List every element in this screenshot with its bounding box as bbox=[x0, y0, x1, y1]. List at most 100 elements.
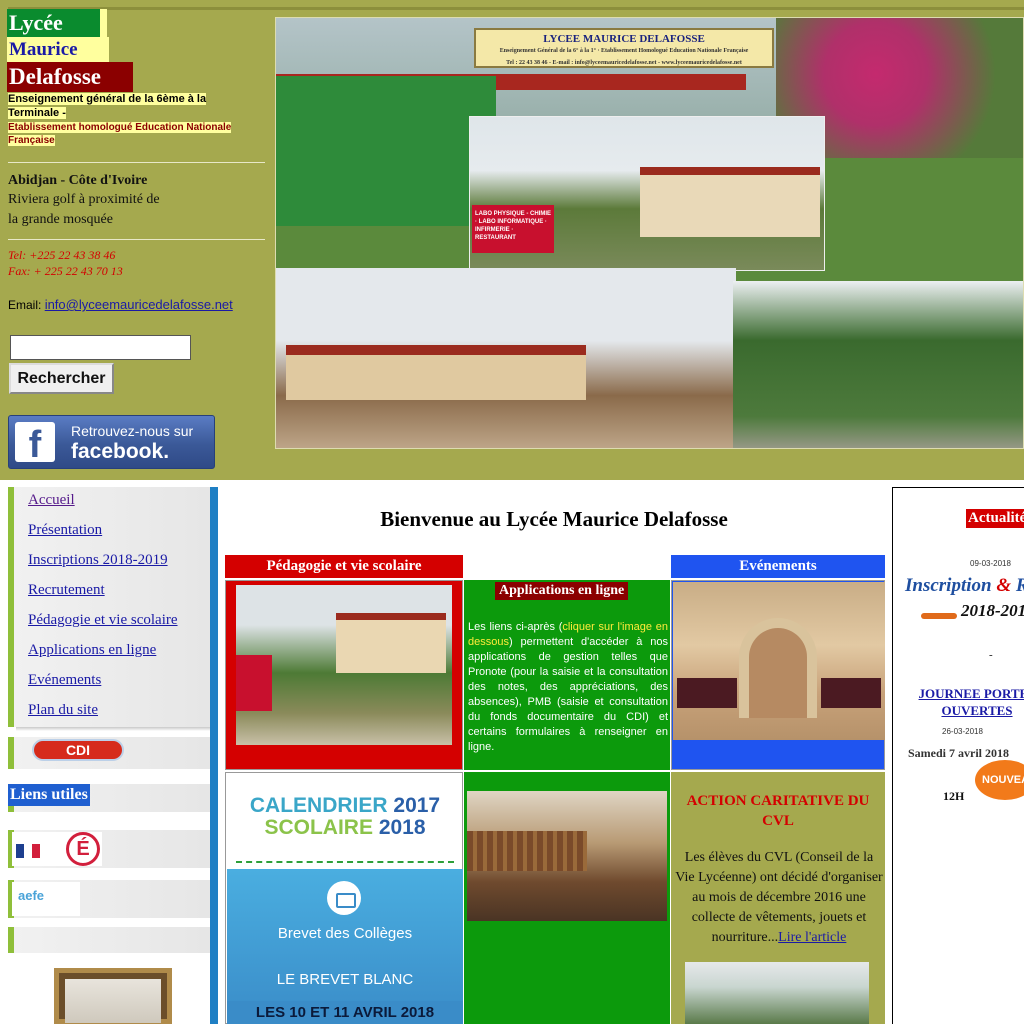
nav-item-evenements[interactable]: Evénements bbox=[8, 667, 210, 701]
photo-sign bbox=[236, 655, 272, 711]
applications-description: Les liens ci-après (cliquer sur l'image … bbox=[468, 620, 668, 755]
news-date: 26-03-2018 bbox=[942, 727, 983, 736]
school-sign: LYCEE MAURICE DELAFOSSE Enseignement Gén… bbox=[474, 28, 774, 68]
portrait-frame bbox=[54, 968, 172, 1024]
nav-item-accueil[interactable]: Accueil bbox=[8, 487, 210, 521]
nav-link[interactable]: Accueil bbox=[28, 492, 75, 509]
inscription-ampersand: & bbox=[996, 575, 1012, 596]
swoosh-decoration bbox=[921, 613, 957, 619]
calendar-title-line-1: CALENDRIER 2017 bbox=[226, 795, 464, 817]
briefcase-icon bbox=[327, 881, 361, 915]
applications-title[interactable]: Applications en ligne bbox=[495, 582, 629, 600]
pedagogie-header[interactable]: Pédagogie et vie scolaire bbox=[225, 555, 463, 578]
empty-link-box bbox=[8, 927, 210, 953]
calendar-year: 2017 bbox=[393, 794, 441, 817]
brevet-blanc-title: LE BREVET BLANC bbox=[276, 971, 414, 988]
nav-link[interactable]: Inscriptions 2018-2019 bbox=[28, 552, 168, 569]
reinscription-word: Réi bbox=[1016, 575, 1024, 596]
school-sign-small: Tel : 22 43 38 46 - E-mail : info@lyceem… bbox=[506, 60, 742, 66]
photo-garden bbox=[733, 281, 1023, 448]
nav-link[interactable]: Pédagogie et vie scolaire bbox=[28, 612, 178, 629]
nav-item-inscriptions[interactable]: Inscriptions 2018-2019 bbox=[8, 547, 210, 581]
ministere-logo[interactable]: É bbox=[12, 832, 102, 866]
evenements-photo[interactable] bbox=[673, 582, 885, 740]
nav-link[interactable]: Applications en ligne bbox=[28, 642, 156, 659]
ministere-e-logo: É bbox=[66, 832, 100, 866]
header-photo-collage: LYCEE MAURICE DELAFOSSE Enseignement Gén… bbox=[275, 17, 1024, 449]
photo-lab-sign: LABO PHYSIQUE - CHIMIE · LABO INFORMATIQ… bbox=[472, 205, 554, 253]
photo-building bbox=[336, 613, 446, 673]
aefe-logo[interactable]: aefe bbox=[12, 882, 80, 916]
site-header: Lycée Maurice Delafosse Enseignement gén… bbox=[0, 0, 1024, 480]
pedagogie-cell bbox=[225, 580, 463, 770]
aefe-link-box: aefe bbox=[8, 880, 210, 918]
subtitle-homologation: Etablissement homologué Education Nation… bbox=[8, 121, 238, 147]
facebook-banner-line-1: Retrouvez-nous sur bbox=[71, 423, 194, 439]
nav-link[interactable]: Evénements bbox=[28, 672, 101, 689]
facebook-banner-line-2: facebook. bbox=[71, 440, 170, 463]
email-row: Email: info@lyceemauricedelafosse.net bbox=[8, 297, 233, 312]
address-line-2: la grande mosquée bbox=[8, 212, 113, 227]
subtitle-enseignement-text: Enseignement général de la 6ème à la Ter… bbox=[8, 93, 207, 119]
school-sign-sub: Enseignement Général de la 6° à la 1° · … bbox=[499, 48, 749, 54]
french-flag-icon bbox=[16, 844, 40, 858]
facebook-icon: f bbox=[15, 422, 55, 466]
address-line-1: Riviera golf à proximité de bbox=[8, 192, 160, 207]
action-title: ACTION CARITATIVE DU CVL bbox=[686, 793, 870, 829]
cdi-logo[interactable]: CDI bbox=[32, 739, 124, 761]
header-top-line bbox=[8, 7, 1024, 10]
school-sign-title: LYCEE MAURICE DELAFOSSE bbox=[543, 33, 705, 45]
photo-building bbox=[640, 167, 820, 237]
photo-bookshelf bbox=[467, 831, 587, 871]
evenements-header[interactable]: Evénements bbox=[671, 555, 885, 578]
calendar-title-line-2: SCOLAIRE 2018 bbox=[226, 817, 464, 839]
photo-playground bbox=[276, 268, 736, 448]
site-title-maurice: Maurice bbox=[7, 37, 109, 62]
nav-border bbox=[210, 487, 218, 1024]
calendar-year: 2018 bbox=[378, 816, 426, 839]
search-button[interactable]: Rechercher bbox=[9, 363, 114, 394]
calendrier-cell[interactable]: CALENDRIER 2017 SCOLAIRE 2018 Brevet des… bbox=[225, 772, 463, 1024]
portes-ouvertes-link[interactable]: JOURNEE PORTES OUVERTES bbox=[892, 685, 1024, 719]
nav-item-presentation[interactable]: Présentation bbox=[8, 517, 210, 551]
site-title-delafosse: Delafosse bbox=[7, 62, 133, 92]
evenements-cell bbox=[671, 580, 885, 770]
inscription-banner[interactable]: Inscription & Réi 2018-201 bbox=[903, 575, 1024, 630]
library-photo[interactable] bbox=[467, 791, 667, 921]
apps-text-part-1: Les liens ci-après ( bbox=[468, 621, 563, 633]
photo-chairs bbox=[821, 678, 881, 708]
calendar-word: CALENDRIER bbox=[249, 794, 388, 817]
facebook-banner[interactable]: f Retrouvez-nous sur facebook. bbox=[8, 415, 215, 469]
portrait-photo bbox=[65, 979, 161, 1023]
calendar-divider bbox=[236, 861, 454, 863]
cdi-link-box: CDI bbox=[8, 737, 210, 769]
search-input[interactable] bbox=[10, 335, 191, 360]
event-time: 12H bbox=[943, 789, 965, 803]
nav-item-applications[interactable]: Applications en ligne bbox=[8, 637, 210, 671]
header-divider bbox=[8, 162, 265, 163]
photo-courtyard: LABO PHYSIQUE - CHIMIE · LABO INFORMATIQ… bbox=[469, 116, 825, 271]
nav-item-recrutement[interactable]: Recrutement bbox=[8, 577, 210, 611]
nav-link[interactable]: Présentation bbox=[28, 522, 102, 539]
site-title-lycee: Lycée bbox=[7, 9, 107, 37]
title-edge-decoration bbox=[100, 9, 107, 37]
email-link[interactable]: info@lyceemauricedelafosse.net bbox=[45, 297, 233, 312]
event-date: Samedi 7 avril 2018 bbox=[908, 746, 1009, 760]
liens-utiles-header: Liens utiles bbox=[8, 784, 210, 812]
photo-arch bbox=[739, 618, 817, 718]
ministere-link-box: É bbox=[8, 830, 210, 868]
inscription-line-1: Inscription & Réi bbox=[905, 575, 1024, 597]
news-separator: - bbox=[989, 649, 993, 661]
fax-number: Fax: + 225 22 43 70 13 bbox=[8, 264, 123, 278]
nav-link[interactable]: Plan du site bbox=[28, 702, 98, 719]
read-article-link[interactable]: Lire l'article bbox=[778, 930, 846, 945]
nav-item-pedagogie[interactable]: Pédagogie et vie scolaire bbox=[8, 607, 210, 641]
action-photo[interactable] bbox=[685, 962, 869, 1024]
nav-item-plan-du-site[interactable]: Plan du site bbox=[8, 697, 210, 731]
email-label: Email: bbox=[8, 298, 42, 312]
pedagogie-photo[interactable] bbox=[236, 585, 452, 745]
nav-link[interactable]: Recrutement bbox=[28, 582, 105, 599]
phone-number: Tel: +225 22 43 38 46 bbox=[8, 248, 116, 262]
page-title: Bienvenue au Lycée Maurice Delafosse bbox=[380, 507, 728, 531]
photo-building bbox=[286, 345, 586, 400]
